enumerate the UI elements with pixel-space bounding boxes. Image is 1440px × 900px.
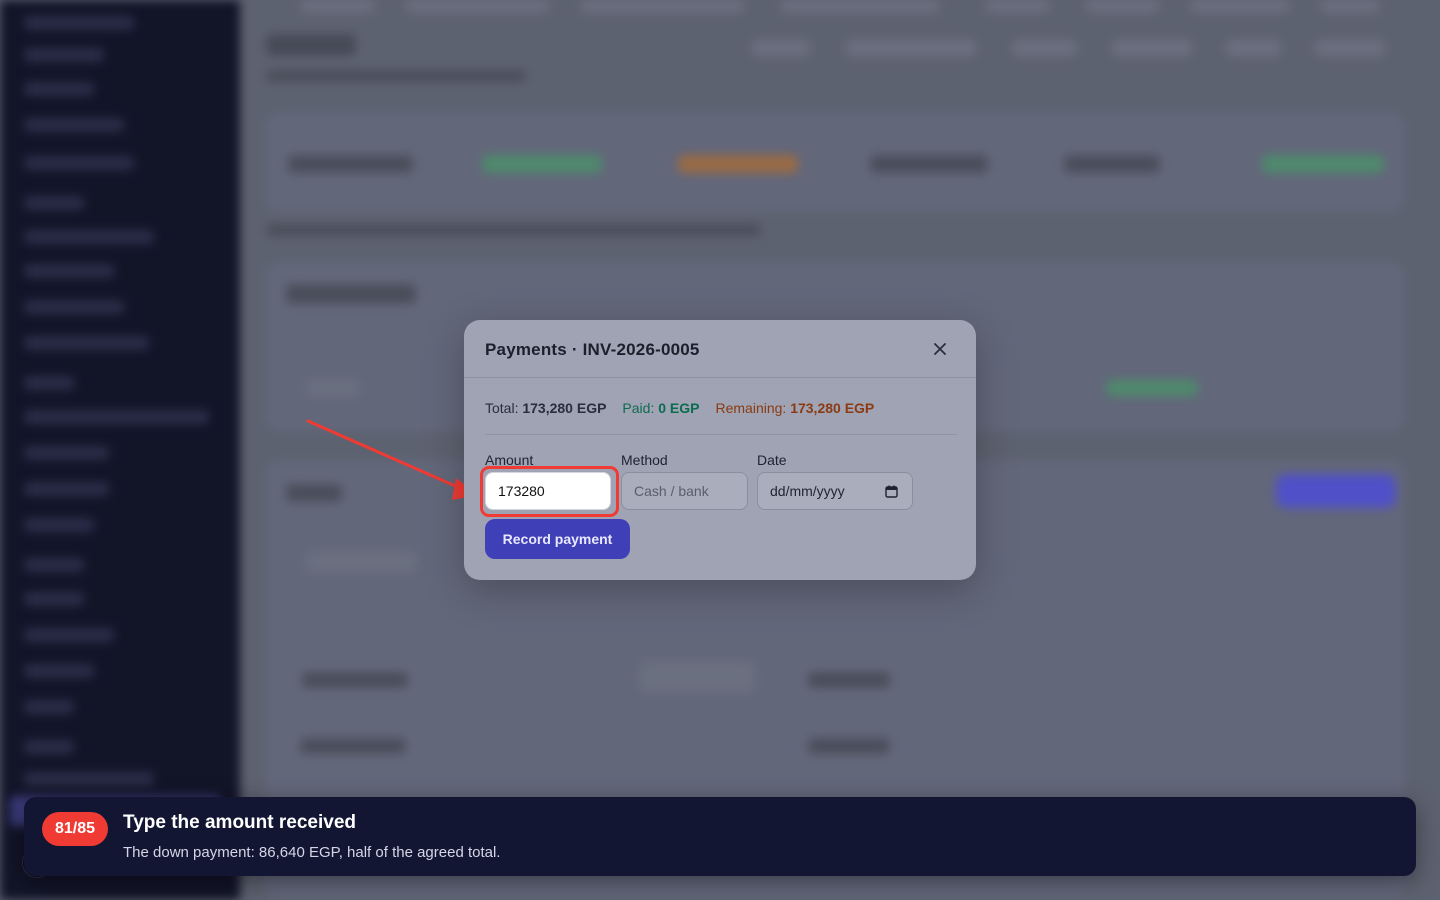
payment-summary: Total: 173,280 EGP Paid: 0 EGP Remaining… [485, 400, 874, 416]
paid-value: 0 EGP [658, 400, 700, 416]
amount-highlight [480, 466, 619, 517]
toast-description: The down payment: 86,640 EGP, half of th… [123, 844, 501, 861]
record-payment-button[interactable]: Record payment [485, 519, 630, 559]
remaining-label: Remaining: [715, 400, 787, 416]
close-button[interactable] [930, 339, 950, 359]
divider [485, 434, 957, 435]
payments-modal: Payments · INV-2026-0005 Total: 173,280 … [464, 320, 976, 580]
method-label: Method [621, 452, 668, 468]
total-summary: Total: 173,280 EGP [485, 400, 606, 416]
remaining-summary: Remaining: 173,280 EGP [715, 400, 874, 416]
step-badge: 81/85 [42, 812, 108, 846]
close-icon [934, 343, 946, 355]
modal-header: Payments · INV-2026-0005 [464, 320, 976, 378]
date-label: Date [757, 452, 787, 468]
total-value: 173,280 EGP [522, 400, 607, 416]
method-input[interactable]: Cash / bank [621, 472, 748, 510]
total-label: Total: [485, 400, 519, 416]
paid-label: Paid: [622, 400, 655, 416]
paid-summary: Paid: 0 EGP [622, 400, 699, 416]
date-placeholder: dd/mm/yyyy [770, 483, 845, 499]
tutorial-toast: 81/85 Type the amount received The down … [24, 797, 1416, 876]
date-input[interactable]: dd/mm/yyyy [757, 472, 913, 510]
toast-title: Type the amount received [123, 812, 356, 833]
remaining-value: 173,280 EGP [790, 400, 875, 416]
calendar-icon[interactable] [885, 485, 898, 498]
modal-title: Payments · INV-2026-0005 [485, 340, 700, 359]
